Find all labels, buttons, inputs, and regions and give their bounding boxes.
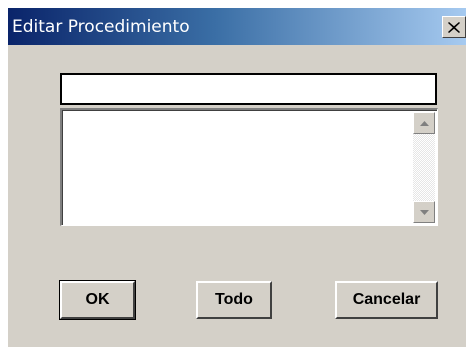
procedure-name-input[interactable] xyxy=(60,73,437,105)
dialog-title: Editar Procedimiento xyxy=(12,17,190,37)
todo-button[interactable]: Todo xyxy=(196,281,272,319)
close-button[interactable] xyxy=(442,16,466,38)
procedure-text-content[interactable] xyxy=(62,110,411,225)
cancel-button[interactable]: Cancelar xyxy=(335,281,438,319)
scroll-down-arrow-icon xyxy=(419,209,429,215)
procedure-text-area[interactable] xyxy=(60,108,438,226)
title-bar[interactable]: Editar Procedimiento xyxy=(8,8,466,45)
edit-procedure-dialog: Editar Procedimiento OK Todo Cancelar xyxy=(8,8,466,347)
ok-button[interactable]: OK xyxy=(59,280,136,320)
scroll-down-button[interactable] xyxy=(413,201,435,223)
close-icon xyxy=(448,21,460,33)
scroll-up-button[interactable] xyxy=(413,112,435,134)
vertical-scrollbar[interactable] xyxy=(413,112,435,223)
scroll-up-arrow-icon xyxy=(419,120,429,126)
